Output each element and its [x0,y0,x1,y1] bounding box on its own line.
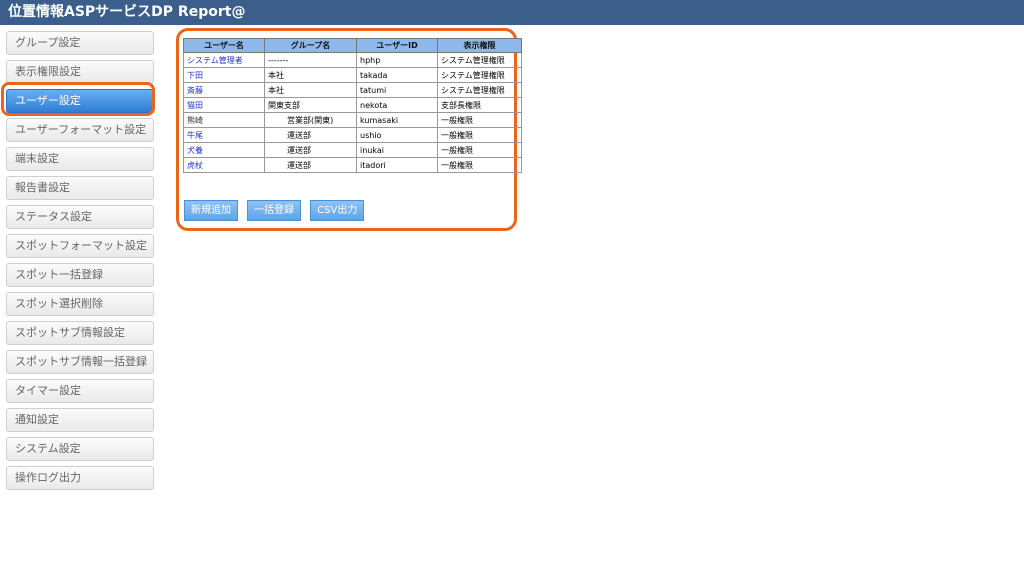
table-row: 斎藤 本社 tatumi システム管理権限 [183,82,522,98]
group-cell: 運送部 [264,127,357,143]
group-cell: 本社 [264,67,357,83]
user-name-link[interactable]: 下田 [183,67,265,83]
table-row: 虎杖 運送部 itadori 一般権限 [183,157,522,173]
column-header-user-name: ユーザー名 [183,38,265,53]
permission-cell: 一般権限 [437,157,522,173]
user-name-text: 熊崎 [183,112,265,128]
sidebar-item-group-settings[interactable]: グループ設定 [6,31,154,55]
column-header-group-name: グループ名 [264,38,357,53]
sidebar-item-user-format-settings[interactable]: ユーザーフォーマット設定 [6,118,154,142]
user-id-cell: ushio [356,127,438,143]
app-header: 位置情報ASPサービスDP Report@ [0,0,1024,25]
table-row: 熊崎 営業部(関東) kumasaki 一般権限 [183,112,522,128]
sidebar-item-spot-format-settings[interactable]: スポットフォーマット設定 [6,234,154,258]
group-cell: 関東支部 [264,97,357,113]
table-row: 犬養 運送部 inukai 一般権限 [183,142,522,158]
user-table: ユーザー名 グループ名 ユーザーID 表示権限 システム管理者 ------- … [183,38,522,173]
user-name-link[interactable]: 虎杖 [183,157,265,173]
add-new-button[interactable]: 新規追加 [184,200,238,221]
user-id-cell: hphp [356,52,438,68]
sidebar-item-spot-sub-info-bulk-register[interactable]: スポットサブ情報一括登録 [6,350,154,374]
table-header-row: ユーザー名 グループ名 ユーザーID 表示権限 [183,38,522,53]
user-id-cell: kumasaki [356,112,438,128]
bulk-register-button[interactable]: 一括登録 [247,200,302,221]
user-id-cell: tatumi [356,82,438,98]
sidebar-highlight-frame [1,82,155,116]
csv-export-button[interactable]: CSV出力 [310,200,365,221]
sidebar-item-notification-settings[interactable]: 通知設定 [6,408,154,432]
group-cell: 運送部 [264,157,357,173]
sidebar-item-spot-bulk-register[interactable]: スポット一括登録 [6,263,154,287]
column-header-display-permission: 表示権限 [437,38,522,53]
user-name-link[interactable]: 犬養 [183,142,265,158]
user-name-link[interactable]: システム管理者 [183,52,265,68]
table-row: システム管理者 ------- hphp システム管理権限 [183,52,522,68]
permission-cell: システム管理権限 [437,82,522,98]
permission-cell: 支部長権限 [437,97,522,113]
group-cell: 運送部 [264,142,357,158]
group-cell: ------- [264,52,357,68]
permission-cell: 一般権限 [437,127,522,143]
sidebar-item-system-settings[interactable]: システム設定 [6,437,154,461]
user-id-cell: inukai [356,142,438,158]
sidebar-item-spot-sub-info-settings[interactable]: スポットサブ情報設定 [6,321,154,345]
sidebar-item-timer-settings[interactable]: タイマー設定 [6,379,154,403]
sidebar-item-terminal-settings[interactable]: 端末設定 [6,147,154,171]
user-id-cell: nekota [356,97,438,113]
group-cell: 本社 [264,82,357,98]
table-row: 牛尾 運送部 ushio 一般権限 [183,127,522,143]
user-name-link[interactable]: 猫田 [183,97,265,113]
action-buttons: 新規追加 一括登録 CSV出力 [184,198,368,221]
sidebar-item-operation-log-output[interactable]: 操作ログ出力 [6,466,154,490]
sidebar-item-report-settings[interactable]: 報告書設定 [6,176,154,200]
permission-cell: 一般権限 [437,142,522,158]
sidebar-item-status-settings[interactable]: ステータス設定 [6,205,154,229]
sidebar-item-spot-select-delete[interactable]: スポット選択削除 [6,292,154,316]
group-cell: 営業部(関東) [264,112,357,128]
app-title: 位置情報ASPサービスDP Report@ [8,4,246,20]
column-header-user-id: ユーザーID [356,38,438,53]
user-id-cell: itadori [356,157,438,173]
permission-cell: システム管理権限 [437,52,522,68]
permission-cell: システム管理権限 [437,67,522,83]
user-id-cell: takada [356,67,438,83]
table-row: 下田 本社 takada システム管理権限 [183,67,522,83]
user-name-link[interactable]: 牛尾 [183,127,265,143]
table-row: 猫田 関東支部 nekota 支部長権限 [183,97,522,113]
permission-cell: 一般権限 [437,112,522,128]
user-name-link[interactable]: 斎藤 [183,82,265,98]
sidebar-item-display-permission-settings[interactable]: 表示権限設定 [6,60,154,84]
